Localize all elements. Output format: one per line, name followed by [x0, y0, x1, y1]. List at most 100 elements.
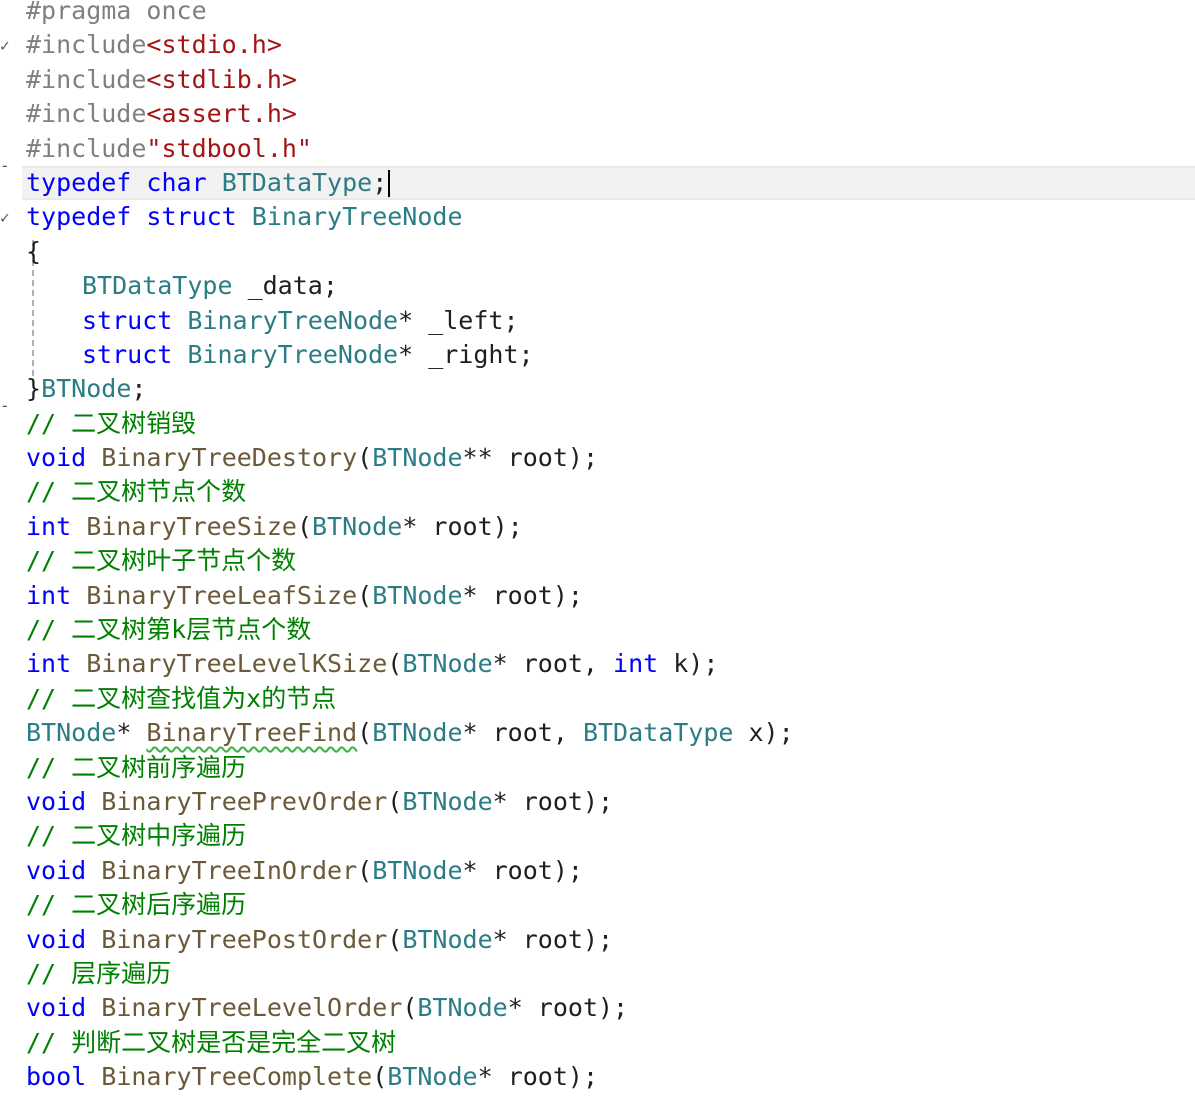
code-token: { — [26, 236, 42, 266]
code-line[interactable]: }BTNode; — [26, 372, 1195, 406]
fold-end-marker: - — [0, 156, 10, 175]
code-token: void — [26, 924, 87, 954]
code-line[interactable]: void BinaryTreeLevelOrder(BTNode* root); — [26, 991, 1195, 1025]
code-token: // 二叉树第k层节点个数 — [26, 615, 312, 645]
code-token: BTDataType — [221, 167, 373, 197]
code-token: #include — [26, 64, 147, 94]
code-token: typedef — [26, 167, 132, 197]
code-token: ( — [357, 718, 373, 748]
code-line[interactable]: // 二叉树销毁 — [26, 407, 1195, 441]
code-token: BTNode — [372, 580, 463, 610]
code-token: BTNode — [372, 443, 463, 473]
code-editor[interactable]: ✓ - ✓ - #pragma once #include<stdio.h> #in… — [0, 0, 1195, 1110]
code-token: ( — [387, 649, 403, 679]
code-line[interactable]: void BinaryTreeDestory(BTNode** root); — [26, 441, 1195, 475]
code-token: BTNode — [372, 718, 463, 748]
code-token: BTNode — [402, 649, 493, 679]
code-token: BinaryTreeNode — [187, 305, 399, 335]
code-line[interactable]: bool BinaryTreeComplete(BTNode* root); — [26, 1060, 1195, 1094]
code-token: // 二叉树查找值为x的节点 — [26, 683, 337, 713]
code-line[interactable]: BTDataType _data; — [26, 269, 1195, 303]
code-line[interactable]: // 二叉树节点个数 — [26, 475, 1195, 509]
code-line[interactable]: struct BinaryTreeNode* _right; — [26, 338, 1195, 372]
code-line[interactable]: // 二叉树后序遍历 — [26, 888, 1195, 922]
code-token: struct — [82, 305, 173, 335]
code-token: BinaryTreeFind — [146, 718, 358, 748]
code-line[interactable]: #include"stdbool.h" — [26, 132, 1195, 166]
code-token: * _left; — [398, 305, 519, 335]
code-line[interactable]: #include<stdlib.h> — [26, 63, 1195, 97]
code-line[interactable]: void BinaryTreePostOrder(BTNode* root); — [26, 923, 1195, 957]
code-line[interactable]: // 二叉树中序遍历 — [26, 819, 1195, 853]
code-token: ; — [131, 374, 147, 404]
code-token: "stdbool.h" — [146, 133, 312, 163]
code-token: * root); — [507, 993, 629, 1023]
code-token: BinaryTreePrevOrder — [101, 786, 388, 816]
code-token: ** root); — [462, 443, 598, 473]
code-line[interactable]: int BinaryTreeLeafSize(BTNode* root); — [26, 579, 1195, 613]
fold-collapse-icon[interactable]: ✓ — [0, 210, 10, 226]
code-token: BTNode — [402, 786, 493, 816]
code-line[interactable]: BTNode* BinaryTreeFind(BTNode* root, BTD… — [26, 716, 1195, 750]
code-token: BTNode — [372, 855, 463, 885]
code-line[interactable]: int BinaryTreeSize(BTNode* root); — [26, 510, 1195, 544]
code-token: void — [26, 855, 87, 885]
code-token: #include — [26, 133, 147, 163]
code-line[interactable]: // 二叉树查找值为x的节点 — [26, 682, 1195, 716]
code-line[interactable]: // 判断二叉树是否是完全二叉树 — [26, 1026, 1195, 1060]
code-token: BTNode — [312, 511, 403, 541]
code-token: int — [26, 580, 72, 610]
code-line[interactable]: // 二叉树前序遍历 — [26, 751, 1195, 785]
code-line[interactable]: #include<assert.h> — [26, 97, 1195, 131]
code-line[interactable]: typedef char BTDataType; — [22, 165, 1195, 201]
code-line[interactable]: { — [26, 235, 1195, 269]
code-token: <stdlib.h> — [146, 64, 297, 94]
code-token: BTDataType — [82, 271, 233, 301]
code-line[interactable]: // 二叉树叶子节点个数 — [26, 544, 1195, 578]
code-area[interactable]: #pragma once #include<stdio.h> #include<st… — [22, 0, 1195, 1095]
code-line[interactable]: // 二叉树第k层节点个数 — [26, 613, 1195, 647]
code-token: // 二叉树叶子节点个数 — [26, 546, 297, 576]
code-token: struct — [82, 339, 173, 369]
code-line[interactable]: #include<stdio.h> — [26, 28, 1195, 62]
code-token: ( — [372, 1062, 388, 1092]
code-token: BinaryTreePostOrder — [101, 924, 388, 954]
code-line[interactable]: #pragma once — [26, 0, 1195, 28]
code-token: BinaryTreeInOrder — [101, 855, 358, 885]
code-token: BinaryTreeDestory — [101, 443, 358, 473]
code-token: BTNode — [26, 718, 117, 748]
code-line[interactable]: struct BinaryTreeNode* _left; — [26, 304, 1195, 338]
code-token: ( — [402, 993, 418, 1023]
code-token: BTNode — [417, 993, 508, 1023]
code-token: int — [26, 511, 72, 541]
code-line[interactable]: void BinaryTreePrevOrder(BTNode* root); — [26, 785, 1195, 819]
code-token: * — [116, 718, 147, 748]
code-token: <assert.h> — [146, 99, 297, 129]
code-token: * root); — [492, 924, 614, 954]
code-line[interactable]: // 层序遍历 — [26, 957, 1195, 991]
code-token: _data; — [232, 271, 338, 301]
code-token: void — [26, 786, 87, 816]
code-token: ( — [357, 443, 373, 473]
fold-collapse-icon[interactable]: ✓ — [0, 38, 10, 54]
code-line[interactable]: int BinaryTreeLevelKSize(BTNode* root, i… — [26, 647, 1195, 681]
code-token: * root); — [402, 511, 523, 541]
code-line[interactable]: typedef struct BinaryTreeNode — [26, 200, 1195, 234]
code-line[interactable]: void BinaryTreeInOrder(BTNode* root); — [26, 854, 1195, 888]
code-token: struct — [146, 202, 237, 232]
code-token: // 二叉树前序遍历 — [26, 752, 247, 782]
code-token: BinaryTreeLeafSize — [86, 580, 358, 610]
code-token: ( — [357, 580, 373, 610]
fold-end-marker: - — [0, 396, 10, 415]
code-token: // 二叉树销毁 — [26, 408, 197, 438]
code-token: * root, — [462, 718, 583, 748]
code-token: * root, — [492, 649, 614, 679]
code-token: // 二叉树节点个数 — [26, 477, 247, 507]
